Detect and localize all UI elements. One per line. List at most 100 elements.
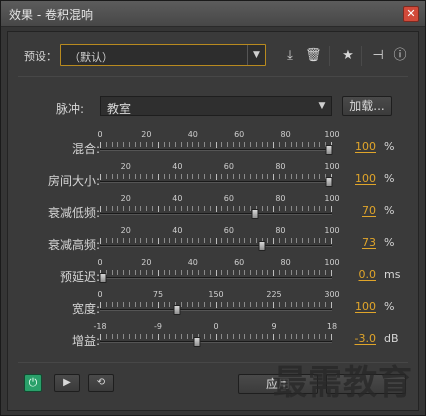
- tick-label: 20: [141, 258, 152, 267]
- close-window-button[interactable]: ✕: [403, 6, 419, 22]
- slider-tick: [186, 270, 188, 275]
- slider[interactable]: [99, 270, 332, 284]
- slider-tick: [279, 206, 281, 211]
- param-value[interactable]: 0.0: [340, 268, 377, 281]
- slider-tick: [290, 174, 292, 179]
- slider-tick: [209, 142, 211, 147]
- star-icon[interactable]: ★: [340, 48, 356, 64]
- param-label: 衰减低频:: [47, 206, 100, 220]
- slider-tick: [227, 142, 229, 147]
- slider-tick: [313, 334, 315, 339]
- tick-label: 20: [120, 194, 131, 203]
- slider-tick: [250, 302, 252, 307]
- slider-tick: [175, 238, 177, 243]
- slider[interactable]: [100, 334, 332, 348]
- title-bar[interactable]: 效果 - 卷积混响 ✕: [1, 1, 425, 27]
- slider-tick: [134, 142, 136, 147]
- slider-tick: [215, 302, 217, 308]
- impulse-dropdown[interactable]: 教室 ▼: [100, 96, 332, 116]
- param-label: 增益:: [71, 334, 100, 348]
- info-icon[interactable]: ⓘ: [392, 48, 408, 64]
- param-row: 房间大小: 20 40 60 80 100 100%: [8, 162, 420, 194]
- tick-label: 18: [326, 322, 338, 331]
- channel-routing-icon[interactable]: ⊣: [370, 48, 386, 64]
- chevron-down-icon: ▼: [318, 101, 326, 111]
- slider-tick: [302, 334, 304, 339]
- slider-tick: [146, 270, 148, 275]
- slider-tick: [117, 270, 119, 275]
- slider-tick: [186, 334, 188, 339]
- slider-track: [100, 341, 332, 343]
- slider-tick: [296, 142, 298, 147]
- param-value[interactable]: 70: [340, 204, 376, 217]
- tick-label: 0: [97, 290, 103, 299]
- slider-tick: [232, 142, 234, 147]
- slider-tick: [117, 334, 119, 339]
- slider[interactable]: [100, 302, 332, 316]
- slider-tick: [325, 302, 327, 307]
- param-value[interactable]: -3.0: [340, 332, 376, 345]
- slider-tick: [313, 302, 315, 307]
- slider-ticks: [100, 302, 332, 308]
- slider-ticks: [100, 206, 332, 212]
- slider-tick: [117, 174, 119, 179]
- loop-button[interactable]: ⟲: [88, 374, 114, 392]
- slider-tick: [279, 270, 281, 275]
- slider-tick: [151, 238, 153, 243]
- toolbar-divider: [329, 46, 330, 66]
- slider-thumb[interactable]: [251, 209, 259, 219]
- play-button[interactable]: ▶: [54, 374, 80, 392]
- slider-thumb[interactable]: [173, 305, 181, 315]
- slider-tick: [186, 238, 188, 243]
- tick-label: 0: [213, 322, 219, 331]
- slider-tick: [267, 174, 269, 179]
- tick-label: 80: [280, 258, 291, 267]
- slider-tick: [192, 238, 194, 243]
- slider[interactable]: [100, 238, 332, 252]
- power-icon[interactable]: ⏻: [24, 374, 42, 392]
- slider-tick: [100, 206, 101, 212]
- slider-thumb[interactable]: [325, 177, 333, 187]
- slider-tick: [175, 142, 177, 147]
- slider-tick: [273, 174, 275, 180]
- slider-tick: [244, 206, 246, 211]
- slider[interactable]: [100, 142, 333, 156]
- slider-tick: [111, 238, 113, 243]
- slider[interactable]: [100, 174, 333, 188]
- slider-tick: [319, 238, 321, 243]
- slider-tick: [128, 174, 130, 179]
- slider-thumb[interactable]: [193, 337, 201, 347]
- load-impulse-button[interactable]: 加载...: [342, 96, 392, 116]
- slider-thumb[interactable]: [99, 273, 107, 283]
- save-preset-icon[interactable]: ⤓: [282, 48, 298, 64]
- slider-tick: [140, 206, 142, 211]
- param-value[interactable]: 100: [340, 300, 376, 313]
- slider-tick: [250, 334, 252, 339]
- preset-dropdown[interactable]: （默认） ▼: [60, 44, 266, 66]
- slider-tick: [146, 302, 148, 307]
- param-value[interactable]: 73: [340, 236, 376, 249]
- slider-tick: [296, 270, 298, 275]
- tick-label: 100: [324, 162, 340, 171]
- slider-tick: [140, 270, 142, 275]
- param-value[interactable]: 100: [340, 172, 376, 185]
- slider-track: [100, 277, 332, 279]
- slider-ticks: [100, 334, 332, 340]
- slider[interactable]: [100, 206, 332, 220]
- slider-tick: [128, 302, 130, 307]
- slider-tick: [273, 270, 275, 276]
- delete-preset-icon[interactable]: 🗑: [305, 48, 322, 64]
- slider-tick: [192, 206, 194, 211]
- slider-tick: [290, 270, 292, 275]
- slider-tick: [244, 302, 246, 307]
- slider-thumb[interactable]: [325, 145, 333, 155]
- slider-thumb[interactable]: [258, 241, 266, 251]
- slider-tick: [163, 270, 165, 275]
- slider-tick: [134, 238, 136, 243]
- slider-ticks: [100, 174, 332, 180]
- slider-tick: [134, 174, 136, 179]
- slider-tick: [198, 238, 200, 243]
- slider-tick: [255, 302, 257, 307]
- param-value[interactable]: 100: [340, 140, 376, 153]
- slider-tick: [232, 238, 234, 243]
